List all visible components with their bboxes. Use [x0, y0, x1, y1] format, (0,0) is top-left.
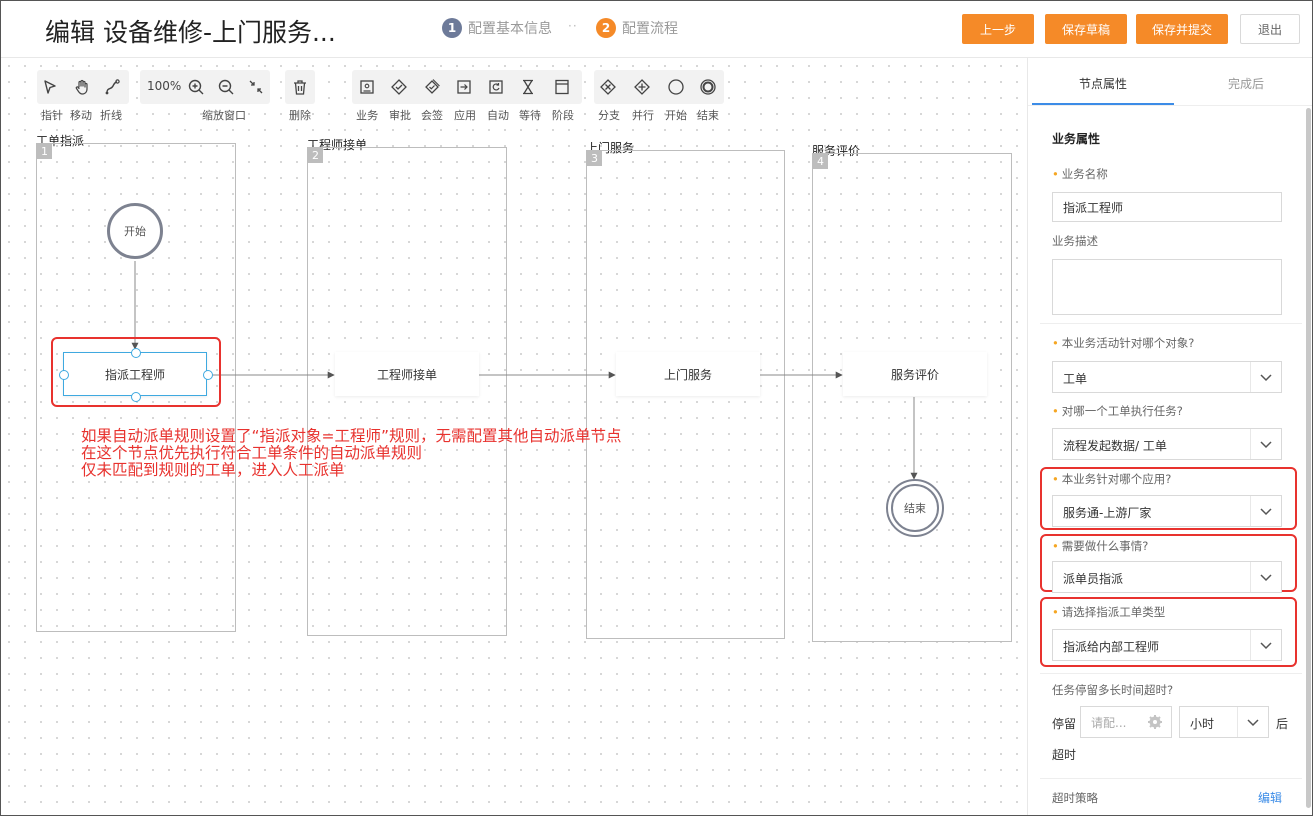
- step-separator: ··: [568, 19, 578, 33]
- object-select[interactable]: 工单: [1052, 361, 1282, 393]
- accept-node-label: 工程师接单: [376, 367, 437, 382]
- end-node-label: 结束: [904, 502, 926, 515]
- after-label: 后: [1276, 717, 1289, 731]
- task-select[interactable]: 流程发起数据/ 工单: [1052, 428, 1282, 460]
- start-node-label: 开始: [124, 225, 146, 238]
- annotation-line: 在这个节点优先执行符合工单条件的自动派单规则: [81, 444, 423, 462]
- end-node[interactable]: 结束: [886, 479, 944, 537]
- end-node-inner: 结束: [891, 484, 939, 532]
- step-number: 2: [596, 18, 616, 38]
- business-name-label: • 业务名称: [1052, 167, 1108, 181]
- action-select[interactable]: 派单员指派: [1052, 561, 1282, 593]
- dispatch-type-select[interactable]: 指派给内部工程师: [1052, 629, 1282, 661]
- panel-tabs: 节点属性 完成后: [1028, 58, 1312, 106]
- chevron-down-icon: [1250, 496, 1281, 526]
- panel-scrollbar[interactable]: [1306, 108, 1311, 808]
- page-title: 编辑 设备维修-上门服务...: [45, 18, 336, 47]
- accept-node[interactable]: 工程师接单: [335, 352, 479, 396]
- task-label: • 对哪一个工单执行任务?: [1052, 404, 1183, 418]
- active-tab-indicator: [1032, 103, 1174, 105]
- step-number: 1: [442, 18, 462, 38]
- chevron-down-icon: [1250, 429, 1281, 459]
- tab-after-complete[interactable]: 完成后: [1228, 75, 1264, 92]
- start-node[interactable]: 开始: [107, 203, 163, 259]
- properties-panel: 节点属性 完成后 业务属性 • 业务名称 指派工程师 业务描述 • 本业务活动针对哪…: [1027, 58, 1312, 815]
- app-select-value: 服务通-上游厂家: [1063, 506, 1152, 520]
- save-draft-button[interactable]: 保存草稿: [1045, 14, 1127, 44]
- onsite-node-label: 上门服务: [663, 367, 712, 382]
- chevron-down-icon: [1250, 630, 1281, 660]
- stay-duration-input[interactable]: 请配...: [1080, 706, 1172, 738]
- stay-label: 停留: [1052, 717, 1077, 731]
- divider: [1040, 673, 1302, 674]
- prev-step-button[interactable]: 上一步: [962, 14, 1034, 44]
- time-unit-value: 小时: [1190, 717, 1215, 731]
- exit-button[interactable]: 退出: [1240, 14, 1300, 44]
- divider: [1040, 323, 1302, 324]
- task-select-value: 流程发起数据/ 工单: [1063, 439, 1167, 453]
- header: 编辑 设备维修-上门服务... 1 配置基本信息 ·· 2 配置流程 上一步 保…: [1, 1, 1312, 58]
- flow-canvas[interactable]: 100% 指针 移动 折线 缩放窗口 删除 业务 审批 会签 应用 自动 等待 …: [1, 58, 1026, 815]
- step-basic-info[interactable]: 1 配置基本信息: [442, 18, 552, 38]
- step-label: 配置基本信息: [468, 21, 552, 37]
- time-unit-select[interactable]: 小时: [1179, 706, 1269, 738]
- app-label: • 本业务针对哪个应用?: [1052, 472, 1172, 486]
- object-select-value: 工单: [1063, 372, 1088, 386]
- action-label: • 需要做什么事情?: [1052, 539, 1149, 553]
- step-config-flow[interactable]: 2 配置流程: [596, 18, 678, 38]
- timeout-policy-label: 超时策略: [1052, 791, 1098, 805]
- highlight-box: [51, 337, 221, 407]
- annotation-line: 仅未匹配到规则的工单，进入人工派单: [81, 461, 345, 479]
- onsite-node[interactable]: 上门服务: [616, 352, 760, 396]
- tab-node-properties[interactable]: 节点属性: [1079, 75, 1127, 92]
- chevron-down-icon: [1250, 562, 1281, 592]
- timeout-suffix: 超时: [1052, 748, 1077, 762]
- app-window: 编辑 设备维修-上门服务... 1 配置基本信息 ·· 2 配置流程 上一步 保…: [0, 0, 1313, 816]
- timeout-label: 任务停留多长时间超时?: [1052, 683, 1174, 697]
- business-name-input[interactable]: 指派工程师: [1052, 192, 1282, 222]
- chevron-down-icon: [1237, 707, 1268, 737]
- object-label: • 本业务活动针对哪个对象?: [1052, 336, 1195, 350]
- business-desc-label: 业务描述: [1052, 234, 1098, 248]
- action-select-value: 派单员指派: [1063, 572, 1124, 586]
- dispatch-type-select-value: 指派给内部工程师: [1063, 640, 1160, 654]
- review-node-label: 服务评价: [890, 367, 939, 382]
- review-node[interactable]: 服务评价: [843, 352, 987, 396]
- app-select[interactable]: 服务通-上游厂家: [1052, 495, 1282, 527]
- business-desc-textarea[interactable]: [1052, 259, 1282, 315]
- gear-icon[interactable]: [1147, 714, 1163, 733]
- divider: [1040, 778, 1302, 779]
- annotation-note: 如果自动派单规则设置了“指派对象=工程师”规则，无需配置其他自动派单节点 在这个…: [81, 428, 622, 479]
- section-title: 业务属性: [1052, 132, 1101, 146]
- annotation-line: 如果自动派单规则设置了“指派对象=工程师”规则，无需配置其他自动派单节点: [81, 427, 622, 445]
- chevron-down-icon: [1250, 362, 1281, 392]
- save-submit-button[interactable]: 保存并提交: [1136, 14, 1228, 44]
- dispatch-type-label: • 请选择指派工单类型: [1052, 605, 1166, 619]
- edit-policy-link[interactable]: 编辑: [1258, 789, 1282, 806]
- step-label: 配置流程: [622, 21, 678, 37]
